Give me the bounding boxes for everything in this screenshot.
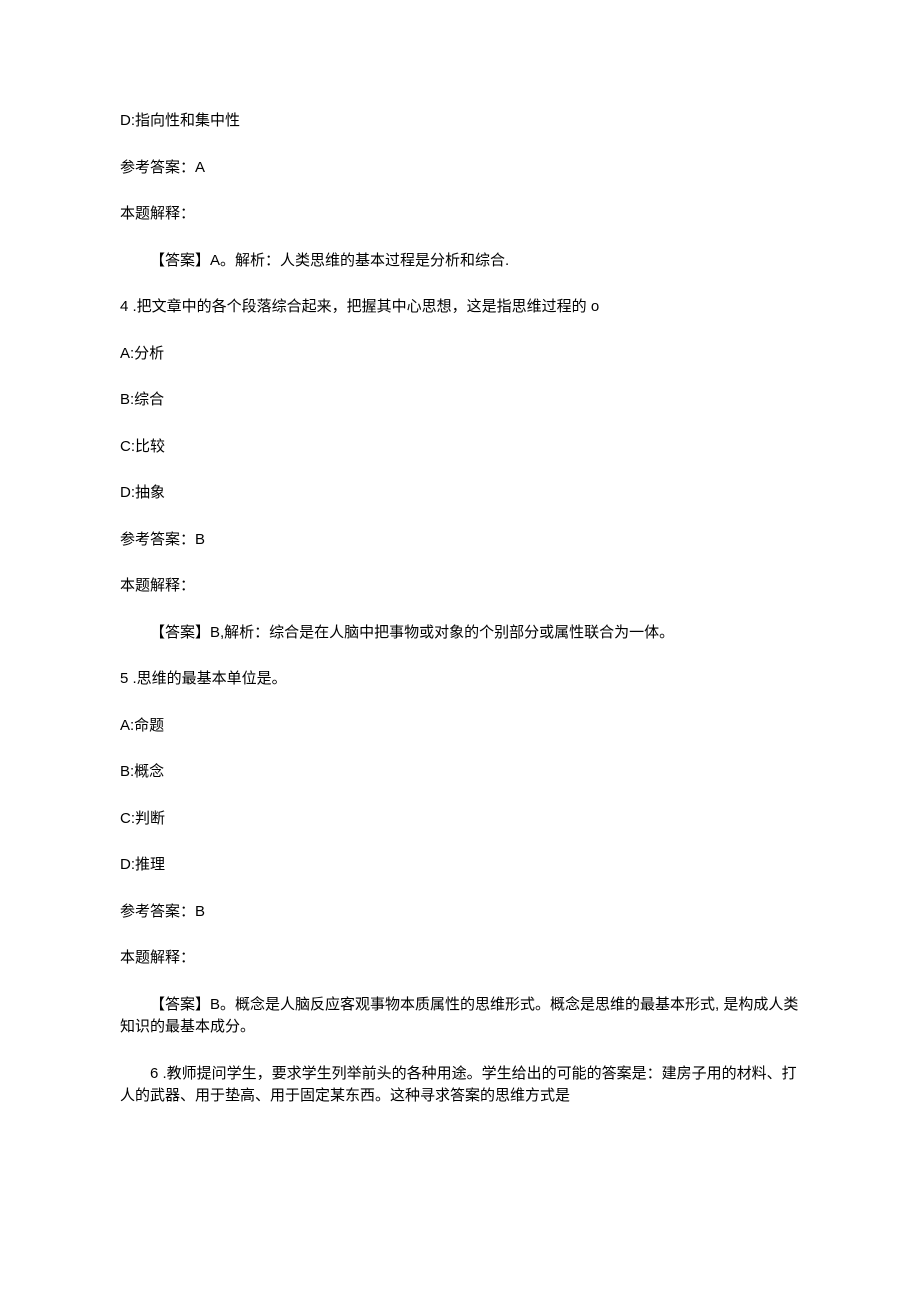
question-stem: 5 .思维的最基本单位是。: [120, 668, 800, 691]
question-5: 5 .思维的最基本单位是。 A:命题 B:概念 C:判断 D:推理 参考答案：B…: [120, 668, 800, 1039]
option-d: D:推理: [120, 854, 800, 877]
option-a: A:分析: [120, 343, 800, 366]
reference-answer: 参考答案：B: [120, 901, 800, 924]
option-c: C:比较: [120, 436, 800, 459]
option-d: D:指向性和集中性: [120, 110, 800, 133]
question-stem: 6 .教师提问学生，要求学生列举前头的各种用途。学生给出的可能的答案是：建房子用…: [120, 1063, 800, 1108]
explain-label: 本题解释：: [120, 203, 800, 226]
explain-label: 本题解释：: [120, 575, 800, 598]
question-stem: 4 .把文章中的各个段落综合起来，把握其中心思想，这是指思维过程的 o: [120, 296, 800, 319]
option-d: D:抽象: [120, 482, 800, 505]
explain-text: 【答案】B,解析：综合是在人脑中把事物或对象的个别部分或属性联合为一体。: [120, 622, 800, 645]
question-3-tail: D:指向性和集中性 参考答案：A 本题解释： 【答案】A。解析：人类思维的基本过…: [120, 110, 800, 272]
explain-text: 【答案】B。概念是人脑反应客观事物本质属性的思维形式。概念是思维的最基本形式, …: [120, 994, 800, 1039]
reference-answer: 参考答案：B: [120, 529, 800, 552]
question-4: 4 .把文章中的各个段落综合起来，把握其中心思想，这是指思维过程的 o A:分析…: [120, 296, 800, 644]
explain-text: 【答案】A。解析：人类思维的基本过程是分析和综合.: [120, 250, 800, 273]
reference-answer: 参考答案：A: [120, 157, 800, 180]
option-c: C:判断: [120, 808, 800, 831]
document-page: D:指向性和集中性 参考答案：A 本题解释： 【答案】A。解析：人类思维的基本过…: [0, 0, 920, 1301]
explain-label: 本题解释：: [120, 947, 800, 970]
question-6: 6 .教师提问学生，要求学生列举前头的各种用途。学生给出的可能的答案是：建房子用…: [120, 1063, 800, 1108]
option-a: A:命题: [120, 715, 800, 738]
option-b: B:概念: [120, 761, 800, 784]
option-b: B:综合: [120, 389, 800, 412]
